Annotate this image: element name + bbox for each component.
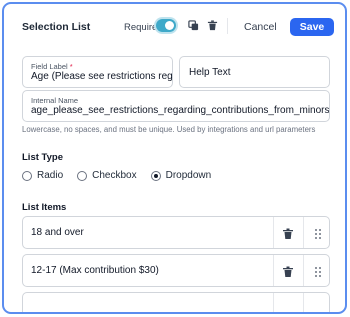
- divider: [303, 293, 304, 312]
- list-type-title: List Type: [22, 152, 63, 163]
- radio-option-radio[interactable]: Radio: [22, 170, 63, 181]
- list-type-radio-group: Radio Checkbox Dropdown: [22, 170, 225, 181]
- radio-option-label: Radio: [37, 170, 64, 181]
- list-item-label: 18 and over: [31, 227, 84, 238]
- divider: [273, 293, 274, 312]
- divider: [303, 217, 304, 248]
- internal-name-value: age_please_see_restrictions_regarding_co…: [31, 105, 330, 116]
- list-items-title: List Items: [22, 202, 67, 213]
- field-label-value: Age (Please see restrictions regar: [31, 71, 173, 82]
- required-toggle[interactable]: [156, 19, 176, 32]
- cancel-button[interactable]: Cancel: [244, 21, 277, 33]
- editor-title: Selection List: [22, 21, 91, 33]
- trash-icon[interactable]: [282, 227, 294, 239]
- divider: [273, 255, 274, 286]
- save-button[interactable]: Save: [290, 18, 334, 36]
- help-text-placeholder: Help Text: [189, 67, 231, 78]
- divider: [303, 255, 304, 286]
- radio-option-label: Checkbox: [92, 170, 137, 181]
- radio-circle-selected[interactable]: [150, 170, 161, 181]
- radio-option-checkbox[interactable]: Checkbox: [77, 170, 137, 181]
- field-label-caption: Field Label *: [31, 62, 73, 71]
- trash-icon[interactable]: [206, 19, 219, 32]
- list-item[interactable]: 18 and over: [22, 216, 330, 249]
- internal-name-hint: Lowercase, no spaces, and must be unique…: [22, 125, 316, 134]
- internal-name-input[interactable]: Internal Name age_please_see_restriction…: [22, 90, 330, 122]
- trash-icon[interactable]: [282, 265, 294, 277]
- editor-header: Selection List Required Cancel Save: [4, 4, 345, 50]
- list-item-label: 12-17 (Max contribution $30): [31, 265, 159, 276]
- duplicate-icon[interactable]: [187, 19, 200, 32]
- drag-handle-icon[interactable]: [312, 227, 324, 239]
- radio-circle[interactable]: [22, 170, 32, 181]
- radio-option-dropdown[interactable]: Dropdown: [150, 170, 212, 181]
- selection-list-editor: Selection List Required Cancel Save Fiel…: [2, 2, 347, 314]
- help-text-input[interactable]: Help Text: [179, 56, 330, 88]
- radio-option-label: Dropdown: [165, 170, 212, 181]
- header-divider: [227, 18, 228, 34]
- radio-circle[interactable]: [77, 170, 88, 181]
- drag-handle-icon[interactable]: [312, 265, 324, 277]
- field-label-input[interactable]: Field Label * Age (Please see restriction…: [22, 56, 173, 88]
- internal-name-caption: Internal Name: [31, 96, 79, 105]
- list-item[interactable]: [22, 292, 330, 312]
- divider: [273, 217, 274, 248]
- toggle-knob: [165, 21, 174, 30]
- list-item[interactable]: 12-17 (Max contribution $30): [22, 254, 330, 287]
- required-star: *: [69, 62, 73, 71]
